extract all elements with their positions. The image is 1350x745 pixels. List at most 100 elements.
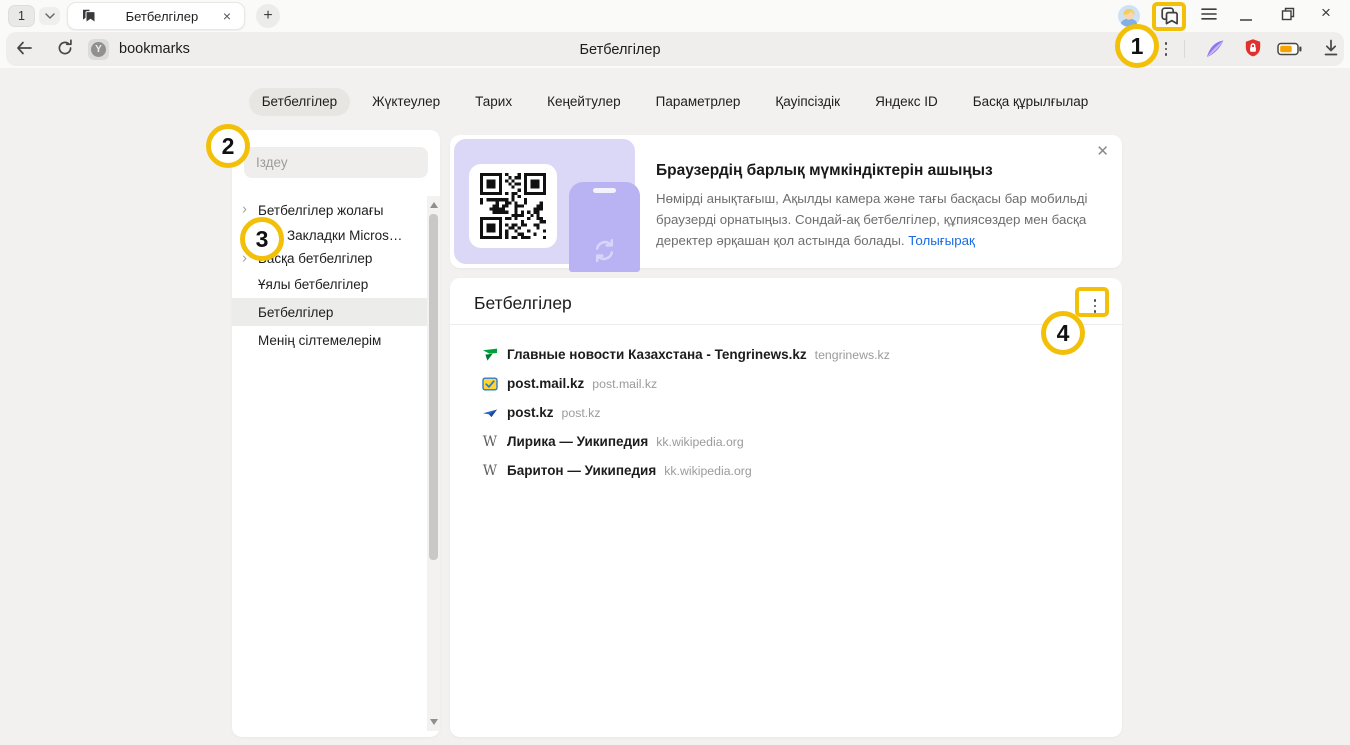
restore-button[interactable] bbox=[1281, 7, 1295, 21]
reload-icon bbox=[55, 38, 75, 58]
nav-tab[interactable]: Яндекс ID bbox=[862, 88, 951, 116]
bookmark-row[interactable]: Главные новости Казахстана - Tengrinews.… bbox=[450, 340, 1122, 369]
promo-body-text: Нөмірді анықтағыш, Ақылды камера және та… bbox=[656, 191, 1087, 248]
bookmark-url: post.kz bbox=[562, 406, 601, 420]
annotation-circle-1: 1 bbox=[1115, 24, 1159, 68]
hamburger-menu-icon bbox=[1201, 7, 1217, 21]
close-window-button[interactable]: × bbox=[1321, 3, 1331, 23]
editor-extension-button[interactable] bbox=[1203, 37, 1227, 61]
bookmark-title[interactable]: post.mail.kz bbox=[507, 376, 584, 391]
omnibox-more-button[interactable] bbox=[1159, 39, 1173, 59]
nav-tab[interactable]: Тарих bbox=[462, 88, 525, 116]
sidebar-scrollbar[interactable] bbox=[427, 196, 440, 731]
qr-code bbox=[469, 164, 557, 248]
scroll-up-arrow-icon[interactable] bbox=[430, 202, 438, 208]
tab-list-chevron-button[interactable] bbox=[39, 7, 60, 25]
sidebar-folder-item[interactable]: Менің сілтемелерім bbox=[232, 326, 427, 354]
protect-button[interactable] bbox=[1243, 38, 1263, 58]
battery-button[interactable] bbox=[1277, 42, 1302, 56]
promo-more-link[interactable]: Толығырақ bbox=[908, 233, 975, 248]
postkz-favicon-icon bbox=[482, 405, 498, 421]
settings-nav-tabs: Бетбелгілер Жүктеулер Тарих Кеңейтулер Парам… bbox=[0, 88, 1350, 116]
sidebar-folder-label: Закладки Micros… bbox=[287, 228, 402, 243]
back-arrow-icon bbox=[14, 38, 34, 58]
sidebar-folder-item[interactable]: Ұялы бетбелгілер bbox=[232, 270, 427, 298]
bookmark-url: tengrinews.kz bbox=[815, 348, 890, 362]
bookmarks-panel-title: Бетбелгілер bbox=[474, 293, 572, 314]
tab-title: Бетбелгілер bbox=[104, 9, 220, 24]
bookmark-row[interactable]: W Баритон — Уикипедия kk.wikipedia.org bbox=[450, 456, 1122, 485]
url-text[interactable]: bookmarks bbox=[119, 41, 190, 57]
promo-body: Нөмірді анықтағыш, Ақылды камера және та… bbox=[656, 188, 1138, 251]
header-divider bbox=[450, 324, 1122, 325]
sidebar-folder-label: Бетбелгілер жолағы bbox=[258, 203, 383, 218]
promo-illustration bbox=[454, 139, 635, 264]
download-icon bbox=[1321, 38, 1341, 58]
tab-counter-button[interactable]: 1 bbox=[8, 5, 35, 27]
bookmark-url: kk.wikipedia.org bbox=[664, 464, 751, 478]
bookmarks-panel: Бетбелгілер Главные новости Казахстана -… bbox=[450, 278, 1122, 737]
nav-tab[interactable]: Жүктеулер bbox=[359, 88, 453, 116]
scrollbar-thumb[interactable] bbox=[429, 214, 438, 560]
browser-window: 1 Бетбелгілер × + bbox=[0, 0, 1350, 745]
sync-icon bbox=[590, 236, 619, 265]
bookmark-url: post.mail.kz bbox=[592, 377, 657, 391]
sidebar-folder-label: Ұялы бетбелгілер bbox=[258, 277, 368, 292]
bookmark-url: kk.wikipedia.org bbox=[656, 435, 743, 449]
bookmark-title[interactable]: Баритон — Уикипедия bbox=[507, 463, 656, 478]
nav-tab[interactable]: Бетбелгілер bbox=[249, 88, 350, 116]
bookmark-title[interactable]: Лирика — Уикипедия bbox=[507, 434, 648, 449]
annotation-rect-4 bbox=[1075, 287, 1109, 317]
chevron-right-icon[interactable]: › bbox=[242, 200, 247, 217]
mail-favicon-icon bbox=[482, 376, 498, 392]
bookmark-row[interactable]: post.mail.kz post.mail.kz bbox=[450, 369, 1122, 398]
shield-lock-icon bbox=[1243, 38, 1263, 58]
promo-close-icon[interactable]: ✕ bbox=[1096, 144, 1109, 159]
bookmark-row[interactable]: post.kz post.kz bbox=[450, 398, 1122, 427]
kebab-icon bbox=[1165, 42, 1168, 56]
bookmarks-list: Главные новости Казахстана - Tengrinews.… bbox=[450, 340, 1122, 485]
sidebar-folder-label: Менің сілтемелерім bbox=[258, 333, 381, 348]
downloads-button[interactable] bbox=[1321, 38, 1341, 58]
nav-tab[interactable]: Параметрлер bbox=[643, 88, 754, 116]
reload-button[interactable] bbox=[55, 38, 75, 58]
phone-illustration bbox=[569, 182, 640, 272]
bookmark-row[interactable]: W Лирика — Уикипедия kk.wikipedia.org bbox=[450, 427, 1122, 456]
annotation-circle-3: 3 bbox=[240, 217, 284, 261]
omnibox-page-title: Бетбелгілер bbox=[400, 42, 840, 58]
sidebar-folder-label: Бетбелгілер bbox=[258, 305, 333, 320]
promo-title: Браузердің барлық мүмкіндіктерін ашыңыз bbox=[656, 162, 993, 180]
nav-tab[interactable]: Қауіпсіздік bbox=[762, 88, 853, 116]
nav-tab[interactable]: Басқа құрылғылар bbox=[960, 88, 1102, 116]
qr-code-icon bbox=[480, 173, 546, 239]
phone-notch bbox=[593, 188, 616, 193]
annotation-circle-4: 4 bbox=[1041, 311, 1085, 355]
scroll-down-arrow-icon[interactable] bbox=[430, 719, 438, 725]
battery-icon bbox=[1277, 42, 1302, 56]
wikipedia-favicon-icon: W bbox=[482, 463, 498, 479]
mobile-promo-banner: ✕ Браузердің барлық мүмкіндіктерін ашыңы… bbox=[450, 135, 1122, 268]
toolbar-divider bbox=[1184, 40, 1185, 58]
tab-close-icon[interactable]: × bbox=[220, 7, 234, 25]
annotation-circle-2: 2 bbox=[206, 124, 250, 168]
wikipedia-favicon-icon: W bbox=[482, 434, 498, 450]
chevron-down-icon bbox=[45, 13, 55, 19]
minimize-button[interactable] bbox=[1240, 8, 1252, 22]
site-favicon: Y bbox=[88, 39, 109, 60]
back-button[interactable] bbox=[14, 38, 34, 58]
active-tab[interactable]: Бетбелгілер × bbox=[67, 2, 245, 30]
new-tab-button[interactable]: + bbox=[256, 4, 280, 28]
sidebar-folder-item[interactable]: Бетбелгілер bbox=[232, 298, 427, 326]
search-input[interactable] bbox=[244, 147, 428, 178]
nav-tab[interactable]: Кеңейтулер bbox=[534, 88, 634, 116]
bookmark-title[interactable]: post.kz bbox=[507, 405, 554, 420]
browser-menu-button[interactable] bbox=[1201, 7, 1217, 21]
minimize-icon bbox=[1240, 8, 1252, 22]
tengrinews-favicon-icon bbox=[482, 347, 498, 363]
bookmark-title[interactable]: Главные новости Казахстана - Tengrinews.… bbox=[507, 347, 807, 362]
annotation-rect-1 bbox=[1152, 2, 1186, 31]
purple-feather-icon bbox=[1203, 37, 1227, 61]
bookmarks-favicon-icon bbox=[81, 8, 96, 24]
yandex-favicon-icon: Y bbox=[91, 42, 106, 57]
restore-window-icon bbox=[1281, 7, 1295, 21]
